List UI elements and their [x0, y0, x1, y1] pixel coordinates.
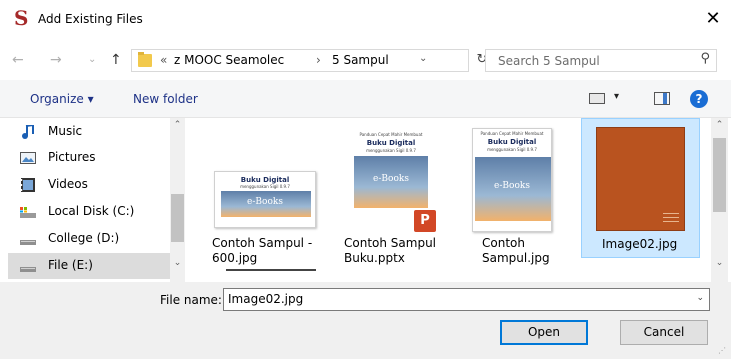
view-dropdown-icon[interactable]: ▾: [614, 91, 619, 102]
search-placeholder: Search 5 Sampul: [498, 54, 600, 68]
file-name-label: File name:: [160, 293, 222, 307]
thumbnail-title: Buku Digital: [487, 138, 537, 146]
breadcrumb-separator[interactable]: ›: [316, 53, 321, 67]
file-item-image02[interactable]: Image02.jpg: [581, 118, 700, 258]
sidebar-item-college-drive[interactable]: College (D:): [10, 226, 170, 252]
sidebar-item-label: College (D:): [48, 231, 120, 245]
file-name-value: Image02.jpg: [228, 292, 304, 306]
sidebar-item-label: Pictures: [48, 150, 96, 164]
title-bar: S Add Existing Files ✕: [0, 0, 731, 40]
content-scrollbar[interactable]: ⌃ ⌄: [711, 118, 728, 282]
local-disk-icon: [20, 207, 36, 218]
thumbnail-detail-line: [663, 221, 679, 222]
organize-button[interactable]: Organize ▾: [30, 92, 94, 106]
content-scroll-thumb[interactable]: [713, 138, 726, 212]
address-dropdown-icon[interactable]: ⌄: [419, 53, 427, 64]
file-item-contoh-sampul-buku[interactable]: Panduan Cepat Mahir Membuat Buku Digital…: [332, 118, 450, 278]
file-thumbnail: [596, 127, 685, 231]
resize-grip-icon[interactable]: ⋰: [718, 346, 728, 356]
drive-icon: [20, 267, 36, 272]
dialog-footer: File name: Image02.jpg ⌄ Open Cancel ⋰: [0, 282, 731, 359]
scroll-down-icon[interactable]: ⌄: [712, 258, 727, 268]
thumbnail-detail-line: [663, 213, 679, 214]
open-button[interactable]: Open: [500, 320, 588, 345]
scroll-up-icon[interactable]: ⌃: [712, 120, 727, 130]
sidebar-item-label: Music: [48, 124, 83, 138]
cancel-button[interactable]: Cancel: [620, 320, 708, 345]
sidebar-item-label: File (E:): [48, 258, 93, 272]
navigation-bar: ← → ⌄ ↑ « z MOOC Seamolec › 5 Sampul ⌄ ↻…: [0, 40, 731, 80]
powerpoint-icon: P: [414, 210, 436, 232]
file-thumbnail: Panduan Cepat Mahir Membuat Buku Digital…: [472, 128, 552, 232]
sidebar-item-pictures[interactable]: Pictures: [10, 145, 170, 171]
videos-icon: [21, 178, 35, 192]
sidebar-item-music[interactable]: Music: [10, 119, 170, 145]
file-name: Image02.jpg: [602, 237, 678, 251]
thumbnail-ebook-text: e-Books: [247, 197, 283, 207]
sidebar-item-local-disk[interactable]: Local Disk (C:): [10, 199, 170, 225]
recent-locations-icon[interactable]: ⌄: [88, 52, 96, 68]
view-options-icon[interactable]: [589, 93, 605, 104]
breadcrumb-sampul[interactable]: 5 Sampul: [332, 53, 389, 67]
file-item-contoh-sampul-600[interactable]: Buku Digital menggunakan Sigil 0.9.7 e-B…: [206, 118, 324, 278]
drive-icon: [20, 240, 36, 245]
breadcrumb-overflow[interactable]: «: [160, 53, 167, 67]
navigation-pane: Music Pictures Videos Local Disk (C:) Co…: [0, 118, 185, 282]
scroll-up-icon[interactable]: ⌃: [170, 120, 185, 130]
sidebar-item-file-drive[interactable]: File (E:): [8, 253, 170, 279]
help-icon[interactable]: ?: [690, 90, 708, 108]
file-thumbnail: Buku Digital menggunakan Sigil 0.9.7 e-B…: [214, 171, 316, 228]
thumbnail-title: Buku Digital: [366, 139, 416, 147]
scroll-down-icon[interactable]: ⌄: [170, 258, 185, 268]
sidebar-item-label: Videos: [48, 177, 88, 191]
window-title: Add Existing Files: [38, 12, 143, 26]
thumbnail-subtitle: menggunakan Sigil 0.9.7: [366, 148, 416, 153]
address-bar[interactable]: « z MOOC Seamolec › 5 Sampul ⌄: [131, 49, 469, 72]
thumbnail-edge: [226, 269, 316, 271]
folder-icon: [138, 52, 152, 67]
file-name: Contoh Sampul - 600.jpg: [212, 236, 313, 265]
close-button[interactable]: ✕: [700, 6, 726, 32]
back-arrow-icon[interactable]: ←: [12, 52, 24, 68]
search-icon[interactable]: ⚲: [700, 51, 710, 66]
file-name-input[interactable]: Image02.jpg ⌄: [223, 288, 710, 311]
file-name: Contoh Sampul Buku.pptx: [344, 236, 437, 265]
thumbnail-title: Buku Digital: [240, 176, 290, 184]
thumbnail-header: Panduan Cepat Mahir Membuat: [480, 131, 544, 136]
preview-pane-icon[interactable]: [654, 92, 670, 105]
thumbnail-detail-line: [663, 217, 679, 218]
file-item-contoh-sampul[interactable]: Panduan Cepat Mahir Membuat Buku Digital…: [458, 118, 576, 278]
thumbnail-subtitle: menggunakan Sigil 0.9.7: [240, 184, 290, 189]
chevron-down-icon[interactable]: ⌄: [696, 293, 704, 303]
file-name: Contoh Sampul.jpg: [482, 236, 550, 265]
music-icon: [22, 125, 34, 139]
pictures-icon: [20, 152, 36, 164]
sidebar-scrollbar[interactable]: ⌃ ⌄: [170, 118, 185, 282]
thumbnail-ebook-text: e-Books: [494, 181, 530, 191]
thumbnail-subtitle: menggunakan Sigil 0.9.7: [487, 147, 537, 152]
file-list: Buku Digital menggunakan Sigil 0.9.7 e-B…: [190, 118, 711, 282]
sidebar-item-label: Local Disk (C:): [48, 204, 135, 218]
thumbnail-header: Panduan Cepat Mahir Membuat: [359, 132, 423, 137]
search-input[interactable]: Search 5 Sampul ⚲: [485, 49, 717, 72]
breadcrumb-mooc[interactable]: z MOOC Seamolec: [174, 53, 284, 67]
up-arrow-icon[interactable]: ↑: [110, 52, 122, 68]
command-toolbar: Organize ▾ New folder ▾ ?: [0, 80, 731, 118]
thumbnail-ebook-text: e-Books: [373, 174, 409, 184]
forward-arrow-icon[interactable]: →: [50, 52, 62, 68]
sidebar-item-videos[interactable]: Videos: [10, 172, 170, 198]
app-logo-icon: S: [14, 6, 29, 30]
new-folder-button[interactable]: New folder: [133, 92, 198, 106]
sidebar-scroll-thumb[interactable]: [171, 194, 184, 242]
